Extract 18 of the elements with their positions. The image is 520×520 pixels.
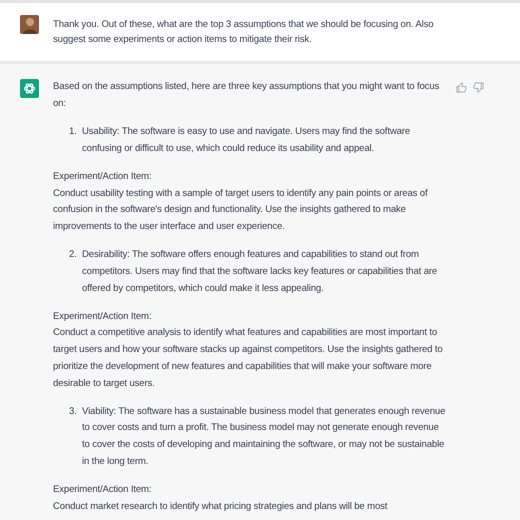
list-number: 3. bbox=[69, 404, 78, 419]
action-item-heading: Experiment/Action Item: bbox=[53, 483, 152, 498]
list-number: 1. bbox=[69, 124, 78, 139]
list-number: 2. bbox=[69, 248, 78, 262]
thumbs-up-icon[interactable] bbox=[456, 82, 467, 93]
assistant-logo-icon bbox=[20, 79, 39, 98]
response-paragraph: Based on the assumptions listed, here are three key assumptions that you might want to focus on: bbox=[53, 80, 440, 111]
action-item-heading: Experiment/Action Item: bbox=[53, 170, 152, 184]
avatar-icon bbox=[20, 15, 39, 34]
action-item-text: Conduct usability testing with a sample of target users to identify any pain points or areas of confusion in the software's design and functionality. Use the insights gathered to make improvements to the user interface and user experience. bbox=[53, 186, 429, 234]
action-item-text: Conduct market research to identify what pricing strategies and plans will be most bbox=[53, 500, 388, 514]
list-item-text: Desirability: The software offers enough features and capabilities to stand out from competitors. Users may find that the software lacks key features or capabilities that are offered by competitors, which could make it less appealing. bbox=[82, 248, 438, 296]
list-item-text: Viability: The software has a sustainable business model that generates enough revenue to cover costs and turn a profit. The business model may not generate enough revenue to cover the costs of developing and maintaining the software, or may not be sustainable in the long term. bbox=[82, 404, 446, 469]
thumbs-down-icon[interactable] bbox=[473, 82, 484, 93]
user-message-text: Thank you. Out of these, what are the top 3 assumptions that we should be focusing on. Also suggest some experiments or action items to mitigate their risk. bbox=[53, 18, 434, 47]
action-item-text: Conduct a competitive analysis to identify what features and capabilities are most important to target users and how your software stacks up against competitors. Use the insights gathered to prioritize the development of new features and capabilities that will make your software more desirable to target users. bbox=[53, 326, 444, 391]
list-item-text: Usability: The software is easy to use and navigate. Users may find the software confusing or difficult to use, which could reduce its usability and appeal. bbox=[82, 124, 412, 156]
action-item-heading: Experiment/Action Item: bbox=[53, 310, 152, 324]
